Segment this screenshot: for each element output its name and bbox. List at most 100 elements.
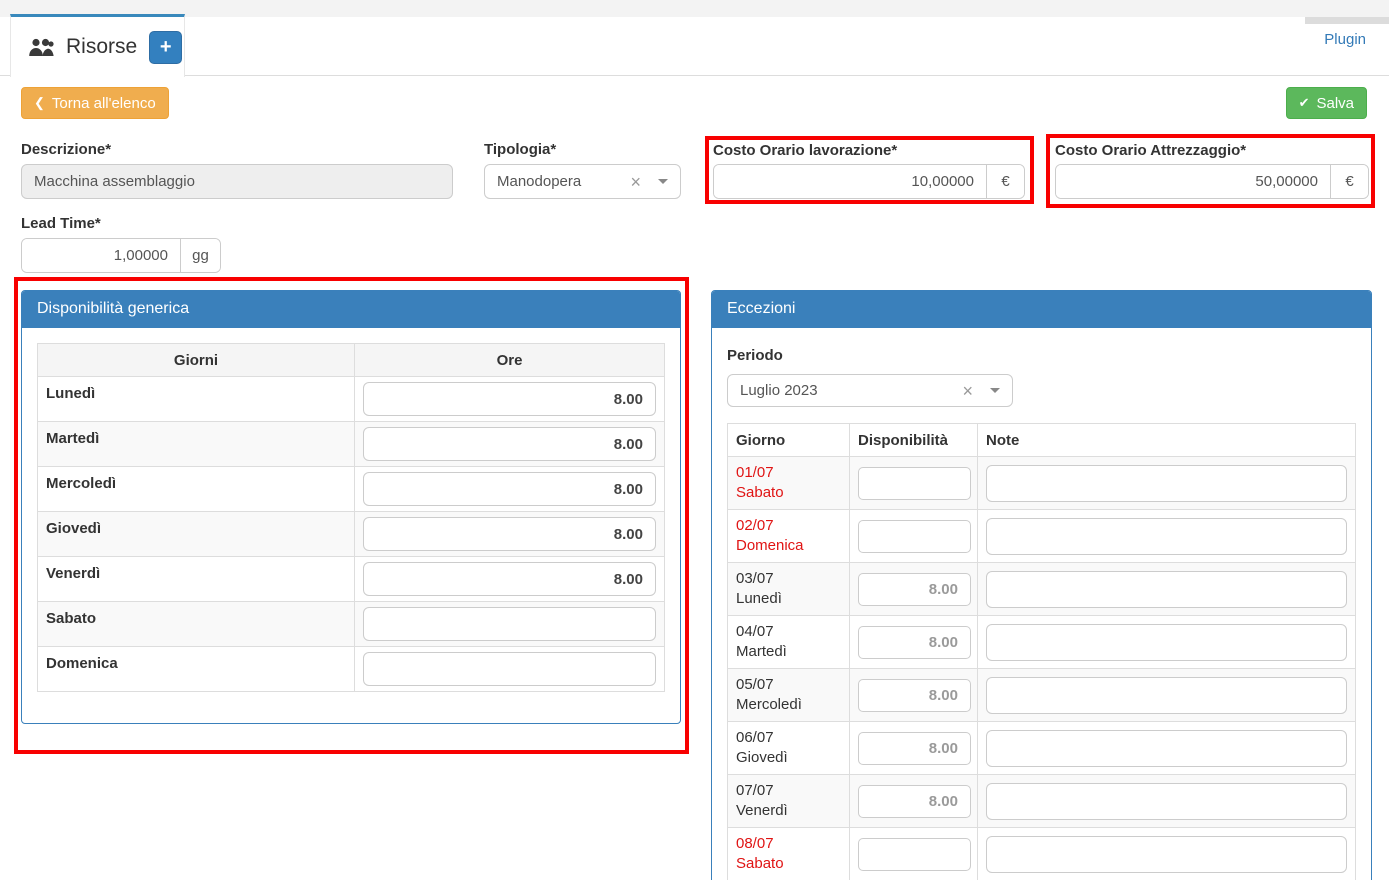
note-input[interactable]: [986, 624, 1347, 661]
disponibilita-input[interactable]: [858, 785, 971, 818]
disponibilita-input[interactable]: [858, 679, 971, 712]
tipologia-select[interactable]: Manodopera ×: [484, 164, 681, 199]
ore-input[interactable]: [363, 607, 656, 641]
exception-day-label: 05/07Mercoledì: [736, 675, 841, 715]
exception-row: 04/07Martedì: [728, 616, 1356, 669]
disponibilita-input[interactable]: [858, 520, 971, 553]
page-top-strip: [0, 0, 1389, 17]
exception-day-label: 06/07Giovedì: [736, 728, 841, 768]
euro-addon: €: [1330, 165, 1368, 198]
costo-lavorazione-field[interactable]: [714, 165, 986, 198]
ore-input[interactable]: [363, 427, 656, 461]
euro-addon: €: [986, 165, 1024, 198]
back-to-list-label: Torna all'elenco: [52, 95, 156, 112]
tipologia-selected-value: Manodopera: [497, 173, 630, 190]
lead-time-label: Lead Time*: [21, 215, 101, 232]
clear-icon[interactable]: ×: [630, 173, 641, 191]
chevron-left-icon: ❮: [34, 95, 45, 111]
day-label: Venerdì: [38, 557, 355, 602]
column-header-disponibilita: Disponibilità: [850, 424, 978, 457]
disponibilita-panel: Disponibilità generica Giorni Ore Lunedì…: [21, 290, 681, 724]
note-input[interactable]: [986, 571, 1347, 608]
days-addon: gg: [180, 239, 220, 272]
day-label: Martedì: [38, 422, 355, 467]
disponibilita-input[interactable]: [858, 467, 971, 500]
costo-lavorazione-group: €: [713, 164, 1025, 199]
tipologia-label: Tipologia*: [484, 141, 556, 158]
periodo-selected-value: Luglio 2023: [740, 382, 962, 399]
note-input[interactable]: [986, 836, 1347, 873]
exception-day-label: 04/07Martedì: [736, 622, 841, 662]
costo-attrezzaggio-group: €: [1055, 164, 1369, 199]
add-resource-button[interactable]: +: [149, 31, 182, 64]
disponibilita-input[interactable]: [858, 573, 971, 606]
availability-row: Venerdì: [38, 557, 665, 602]
chevron-down-icon[interactable]: [658, 179, 668, 184]
eccezioni-panel-title: Eccezioni: [712, 291, 1371, 328]
exception-row: 07/07Venerdì: [728, 775, 1356, 828]
costo-lavorazione-label: Costo Orario lavorazione*: [713, 142, 897, 159]
lead-time-field[interactable]: [22, 239, 180, 272]
exception-day-label: 01/07Sabato: [736, 463, 841, 503]
exception-day-label: 02/07Domenica: [736, 516, 841, 556]
availability-row: Domenica: [38, 647, 665, 692]
note-input[interactable]: [986, 677, 1347, 714]
eccezioni-panel: Eccezioni Periodo Luglio 2023 × Giorno D…: [711, 290, 1372, 880]
disponibilita-input[interactable]: [858, 626, 971, 659]
exception-row: 02/07Domenica: [728, 510, 1356, 563]
availability-row: Martedì: [38, 422, 665, 467]
save-label: Salva: [1316, 95, 1354, 112]
chevron-down-icon[interactable]: [990, 388, 1000, 393]
day-label: Giovedì: [38, 512, 355, 557]
costo-attrezzaggio-field[interactable]: [1056, 165, 1330, 198]
lead-time-group: gg: [21, 238, 221, 273]
back-to-list-button[interactable]: ❮ Torna all'elenco: [21, 87, 169, 119]
ore-input[interactable]: [363, 517, 656, 551]
note-input[interactable]: [986, 783, 1347, 820]
exception-row: 03/07Lunedì: [728, 563, 1356, 616]
day-label: Sabato: [38, 602, 355, 647]
ore-input[interactable]: [363, 652, 656, 686]
plugin-link[interactable]: Plugin: [1324, 31, 1366, 48]
ore-input[interactable]: [363, 472, 656, 506]
note-input[interactable]: [986, 465, 1347, 502]
tab-risorse[interactable]: Risorse +: [10, 14, 185, 77]
check-icon: ✔: [1299, 95, 1310, 111]
tab-bar: Risorse + Plugin: [0, 17, 1389, 76]
availability-row: Mercoledì: [38, 467, 665, 512]
exception-row: 08/07Sabato: [728, 828, 1356, 880]
users-icon: [28, 36, 56, 58]
descrizione-label: Descrizione*: [21, 141, 111, 158]
availability-row: Giovedì: [38, 512, 665, 557]
disponibilita-table: Giorni Ore LunedìMartedìMercoledìGiovedì…: [37, 343, 665, 692]
note-input[interactable]: [986, 518, 1347, 555]
periodo-select[interactable]: Luglio 2023 ×: [727, 374, 1013, 407]
disponibilita-input[interactable]: [858, 732, 971, 765]
column-header-note: Note: [978, 424, 1356, 457]
disponibilita-panel-title: Disponibilità generica: [22, 291, 680, 328]
exception-day-label: 08/07Sabato: [736, 834, 841, 874]
descrizione-field[interactable]: [21, 164, 453, 199]
exception-row: 01/07Sabato: [728, 457, 1356, 510]
costo-attrezzaggio-label: Costo Orario Attrezzaggio*: [1055, 142, 1246, 159]
ore-input[interactable]: [363, 562, 656, 596]
save-button[interactable]: ✔ Salva: [1286, 87, 1367, 119]
column-header-giorni: Giorni: [38, 344, 355, 377]
exception-row: 05/07Mercoledì: [728, 669, 1356, 722]
ore-input[interactable]: [363, 382, 656, 416]
day-label: Lunedì: [38, 377, 355, 422]
availability-row: Lunedì: [38, 377, 665, 422]
exception-row: 06/07Giovedì: [728, 722, 1356, 775]
column-header-giorno: Giorno: [728, 424, 850, 457]
risorse-page: Risorse + Plugin ❮ Torna all'elenco ✔ Sa…: [0, 0, 1389, 880]
note-input[interactable]: [986, 730, 1347, 767]
day-label: Mercoledì: [38, 467, 355, 512]
day-label: Domenica: [38, 647, 355, 692]
exception-day-label: 07/07Venerdì: [736, 781, 841, 821]
tab-risorse-label: Risorse: [66, 35, 137, 59]
inactive-tab-fragment[interactable]: [1305, 17, 1389, 24]
disponibilita-input[interactable]: [858, 838, 971, 871]
column-header-ore: Ore: [355, 344, 665, 377]
clear-icon[interactable]: ×: [962, 382, 973, 400]
exception-day-label: 03/07Lunedì: [736, 569, 841, 609]
